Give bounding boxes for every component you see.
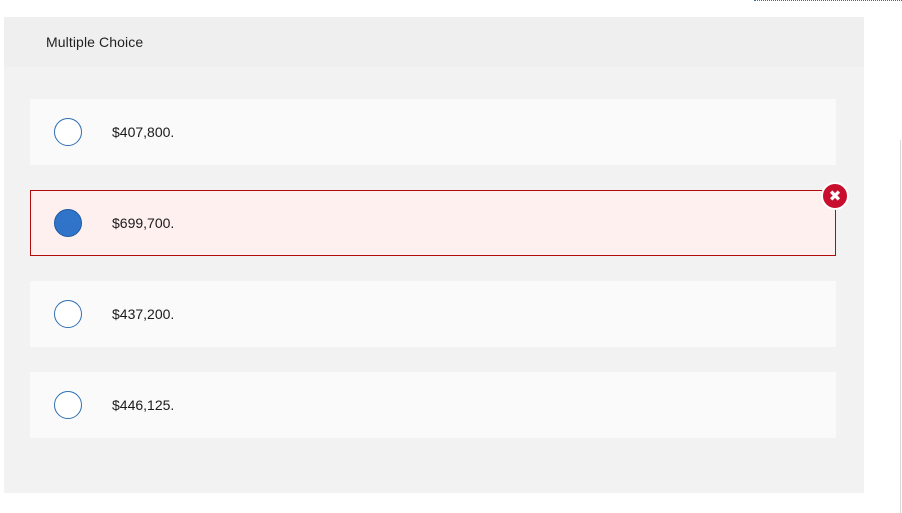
focus-indicator-line <box>754 0 902 1</box>
choice-label: $699,700. <box>112 215 175 231</box>
question-panel: Multiple Choice $407,800. $699,700. ✖ $4… <box>4 17 864 493</box>
choice-option-1[interactable]: $407,800. <box>30 99 836 165</box>
radio-button-selected-icon[interactable] <box>54 209 82 237</box>
right-divider <box>900 140 901 513</box>
choice-option-4[interactable]: $446,125. <box>30 372 836 438</box>
choice-label: $437,200. <box>112 306 175 322</box>
radio-button-icon[interactable] <box>54 391 82 419</box>
choice-label: $407,800. <box>112 124 175 140</box>
page: Multiple Choice $407,800. $699,700. ✖ $4… <box>0 0 902 513</box>
choice-option-2[interactable]: $699,700. ✖ <box>30 182 849 256</box>
question-type-label: Multiple Choice <box>46 34 144 50</box>
radio-button-icon[interactable] <box>54 118 82 146</box>
question-header: Multiple Choice <box>4 17 864 67</box>
incorrect-x-icon: ✖ <box>821 182 849 210</box>
choice-label: $446,125. <box>112 397 175 413</box>
choices-list: $407,800. $699,700. ✖ $437,200. $446,125… <box>4 67 864 493</box>
radio-button-icon[interactable] <box>54 300 82 328</box>
choice-option-3[interactable]: $437,200. <box>30 281 836 347</box>
